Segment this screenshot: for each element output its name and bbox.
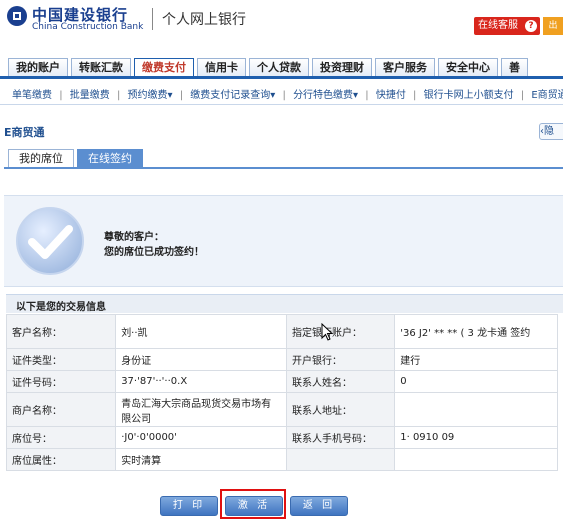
exit-button[interactable]: 出	[543, 17, 563, 35]
subnav-scheduled-payment[interactable]: 预约缴费▾	[128, 90, 173, 101]
tab-my-seat[interactable]: 我的席位	[8, 149, 74, 167]
headset-icon: ?	[525, 20, 537, 32]
ccb-logo-icon	[7, 6, 27, 26]
tab-security-center[interactable]: 安全中心	[438, 58, 498, 77]
subnav-divider: |	[116, 90, 121, 101]
tab-customer-service[interactable]: 客户服务	[375, 58, 435, 77]
subtab-underline	[4, 167, 563, 169]
table-row: 商户名称： 青岛汇海大宗商品现货交易市场有限公司 联系人地址：	[5, 392, 558, 427]
id-number-value: 37·'87'··'··0.X	[115, 370, 288, 393]
empty-label-cell	[286, 448, 396, 471]
subnav-divider: |	[413, 90, 417, 101]
bank-account-label: 指定银行账户：	[286, 314, 396, 349]
contact-phone-value: 1· 0910 09	[394, 426, 558, 449]
subnav-divider: |	[282, 90, 286, 101]
contact-address-value	[394, 392, 558, 427]
success-greeting: 尊敬的客户：	[104, 232, 164, 243]
portal-title: 个人网上银行	[162, 12, 246, 28]
table-row: 证件类型： 身份证 开户银行： 建行	[5, 348, 558, 371]
id-type-value: 身份证	[115, 348, 288, 371]
tab-credit-card[interactable]: 信用卡	[197, 58, 246, 77]
subnav-divider: |	[179, 90, 184, 101]
nav-underline	[0, 76, 563, 79]
page-title: E商贸通	[4, 126, 45, 139]
opening-bank-value: 建行	[394, 348, 558, 371]
id-type-label: 证件类型：	[5, 348, 117, 371]
merchant-name-value: 青岛汇海大宗商品现货交易市场有限公司	[115, 392, 288, 427]
tab-investment[interactable]: 投资理财	[312, 58, 372, 77]
highlight-box	[220, 489, 286, 519]
subnav-e-trade[interactable]: E商贸通	[531, 90, 563, 101]
seat-attribute-value: 实时清算	[115, 448, 288, 471]
tab-more[interactable]: 善	[501, 58, 528, 77]
subnav-quick-pay[interactable]: 快捷付	[376, 90, 406, 101]
online-service-button[interactable]: 在线客服 ?	[474, 17, 540, 35]
subnav-divider: |	[520, 90, 525, 101]
empty-value-cell	[394, 448, 558, 471]
hide-panel-label: 隐	[544, 126, 554, 137]
success-message-box	[4, 195, 563, 287]
table-row: 席位号： ·J0'·0'0000' 联系人手机号码： 1· 0910 09	[5, 426, 558, 449]
tab-online-signing[interactable]: 在线签约	[77, 149, 143, 167]
seat-number-label: 席位号：	[5, 426, 117, 449]
contact-name-label: 联系人姓名：	[286, 370, 396, 393]
subnav-single-payment[interactable]: 单笔缴费	[12, 90, 52, 101]
subnav-batch-payment[interactable]: 批量缴费	[70, 90, 110, 101]
hide-panel-button[interactable]: ‹隐	[539, 123, 563, 140]
contact-address-label: 联系人地址：	[286, 392, 396, 427]
top-header: 中国建设银行 China Construction Bank 个人网上银行 在线…	[0, 0, 563, 44]
table-row: 客户名称： 刘··凯 指定银行账户： '36 J2' ** ** ( 3 龙卡通…	[5, 314, 558, 349]
table-row: 证件号码： 37·'87'··'··0.X 联系人姓名： 0	[5, 370, 558, 393]
bank-account-value: '36 J2' ** ** ( 3 龙卡通 签约	[394, 314, 558, 349]
bank-name-en: China Construction Bank	[32, 22, 144, 32]
customer-name-value: 刘··凯	[115, 314, 288, 349]
success-text: 您的席位已成功签约！	[104, 247, 204, 258]
tab-my-account[interactable]: 我的账户	[8, 58, 68, 77]
tab-payment[interactable]: 缴费支付	[134, 58, 194, 78]
info-section-header: 以下是您的交易信息	[6, 294, 563, 313]
merchant-name-label: 商户名称：	[5, 392, 117, 427]
mouse-cursor-icon	[321, 323, 333, 341]
sub-nav: 单笔缴费 | 批量缴费 | 预约缴费▾ | 缴费支付记录查询▾ | 分行特色缴费…	[12, 86, 563, 101]
subnav-branch-payment[interactable]: 分行特色缴费▾	[293, 90, 358, 101]
online-service-label: 在线客服	[478, 20, 518, 31]
contact-name-value: 0	[394, 370, 558, 393]
subnav-underline	[0, 104, 563, 105]
sub-tabs: 我的席位 在线签约	[8, 149, 146, 167]
transaction-info-table: 客户名称： 刘··凯 指定银行账户： '36 J2' ** ** ( 3 龙卡通…	[5, 314, 558, 471]
back-button[interactable]: 返 回	[290, 496, 348, 516]
seat-attribute-label: 席位属性：	[5, 448, 117, 471]
opening-bank-label: 开户银行：	[286, 348, 396, 371]
subnav-divider: |	[59, 90, 63, 101]
id-number-label: 证件号码：	[5, 370, 117, 393]
subnav-payment-records[interactable]: 缴费支付记录查询▾	[190, 90, 275, 101]
main-tabs: 我的账户 转账汇款 缴费支付 信用卡 个人贷款 投资理财 客户服务 安全中心 善	[8, 58, 531, 78]
subnav-micro-payment[interactable]: 银行卡网上小额支付	[424, 90, 514, 101]
print-button[interactable]: 打 印	[160, 496, 218, 516]
header-divider	[152, 8, 153, 30]
seat-number-value: ·J0'·0'0000'	[115, 426, 288, 449]
tab-loans[interactable]: 个人贷款	[249, 58, 309, 77]
success-check-icon	[16, 207, 84, 275]
table-row: 席位属性： 实时清算	[5, 448, 558, 471]
contact-phone-label: 联系人手机号码：	[286, 426, 396, 449]
subnav-divider: |	[365, 90, 369, 101]
customer-name-label: 客户名称：	[5, 314, 117, 349]
tab-transfer[interactable]: 转账汇款	[71, 58, 131, 77]
info-section-title: 以下是您的交易信息	[16, 302, 106, 313]
